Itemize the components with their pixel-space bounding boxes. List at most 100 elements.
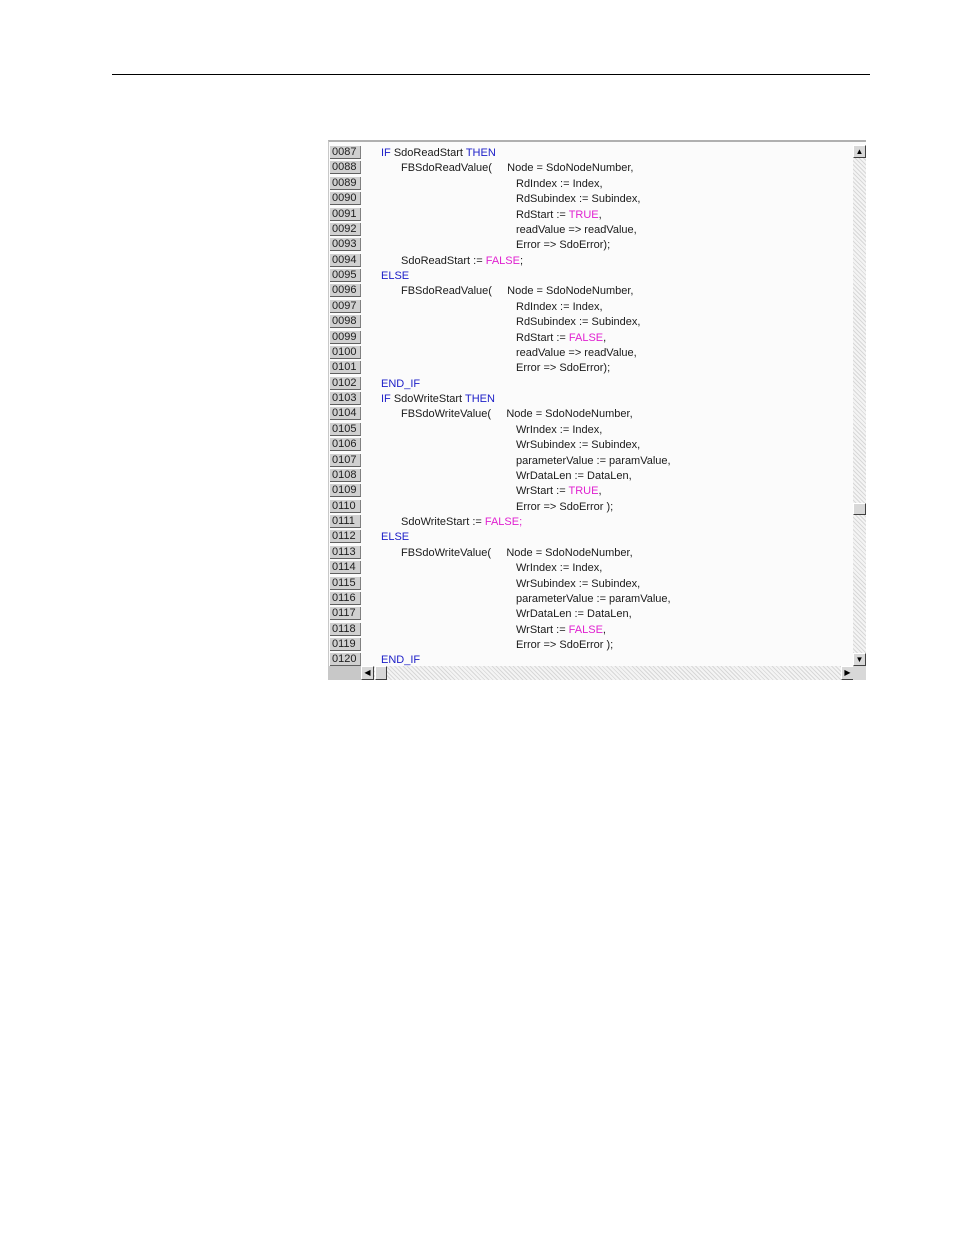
up-arrow-icon: ▲ [855,147,864,156]
line-number: 0112 [330,530,361,544]
code-line[interactable]: 0091 RdStart := TRUE, [329,207,853,222]
code-token: WrIndex := Index, [516,562,603,575]
code-text[interactable]: RdStart := FALSE, [516,331,606,345]
keyword-token: ELSE [381,531,410,544]
code-line[interactable]: 0118 WrStart := FALSE, [329,622,853,637]
code-text[interactable]: END_IF [381,377,420,391]
code-line[interactable]: 0092 readValue => readValue, [329,222,853,237]
code-text[interactable]: RdSubindex := Subindex, [516,192,640,206]
code-line[interactable]: 0090 RdSubindex := Subindex, [329,191,853,206]
line-number: 0091 [330,207,361,221]
code-text[interactable]: parameterValue := paramValue, [516,592,671,606]
code-text[interactable]: RdStart := TRUE, [516,208,602,222]
code-text[interactable]: WrSubindex := Subindex, [516,577,640,591]
code-text[interactable]: SdoWriteStart := FALSE; [401,515,522,529]
literal-token: FALSE [568,623,603,636]
code-line[interactable]: 0093 Error => SdoError); [329,237,853,252]
code-line[interactable]: 0102 END_IF [329,376,853,391]
code-text[interactable]: IF SdoWriteStart THEN [381,392,495,406]
code-line[interactable]: 0113 FBSdoWriteValue( Node = SdoNodeNumbe… [329,545,853,560]
code-line[interactable]: 0111 SdoWriteStart := FALSE; [329,514,853,529]
code-line[interactable]: 0096 FBSdoReadValue( Node = SdoNodeNumber… [329,283,853,298]
code-line[interactable]: 0119 Error => SdoError ); [329,637,853,652]
code-token: Error => SdoError); [516,362,611,375]
code-line[interactable]: 0098 RdSubindex := Subindex, [329,314,853,329]
code-line[interactable]: 0105 WrIndex := Index, [329,422,853,437]
line-number: 0097 [330,299,361,313]
code-text[interactable]: WrIndex := Index, [516,561,602,575]
code-text[interactable]: FBSdoReadValue( Node = SdoNodeNumber, [401,161,633,175]
scroll-up-button[interactable]: ▲ [853,145,866,158]
code-text[interactable]: readValue => readValue, [516,223,637,237]
code-text[interactable]: readValue => readValue, [516,346,637,360]
line-number: 0109 [330,484,361,498]
code-line[interactable]: 0112 ELSE [329,529,853,544]
code-text[interactable]: WrIndex := Index, [516,423,602,437]
code-token: FBSdoReadValue( Node = SdoNodeNumber, [401,162,634,175]
code-line[interactable]: 0095 ELSE [329,268,853,283]
code-text[interactable]: Error => SdoError ); [516,638,613,652]
code-token: FBSdoWriteValue( Node = SdoNodeNumber, [401,408,633,421]
code-line[interactable]: 0109 WrStart := TRUE, [329,483,853,498]
code-line[interactable]: 0099 RdStart := FALSE, [329,330,853,345]
code-line[interactable]: 0110 Error => SdoError ); [329,499,853,514]
code-token: readValue => readValue, [516,346,637,359]
horizontal-scroll-thumb[interactable] [375,666,387,680]
line-number: 0092 [330,222,361,236]
code-text[interactable]: Error => SdoError); [516,361,610,375]
code-text[interactable]: FBSdoReadValue( Node = SdoNodeNumber, [401,284,633,298]
code-text[interactable]: FBSdoWriteValue( Node = SdoNodeNumber, [401,546,633,560]
code-line[interactable]: 0104 FBSdoWriteValue( Node = SdoNodeNumbe… [329,406,853,421]
code-line[interactable]: 0117 WrDataLen := DataLen, [329,606,853,621]
code-text[interactable]: ELSE [381,530,409,544]
code-line[interactable]: 0108 WrDataLen := DataLen, [329,468,853,483]
code-text[interactable]: SdoReadStart := FALSE; [401,254,523,268]
code-line[interactable]: 0097 RdIndex := Index, [329,299,853,314]
vertical-scrollbar[interactable]: ▲ ▼ [853,145,866,666]
code-token: RdIndex := Index, [516,177,603,190]
code-text[interactable]: FBSdoWriteValue( Node = SdoNodeNumber, [401,407,633,421]
code-line[interactable]: 0094 SdoReadStart := FALSE; [329,253,853,268]
code-text[interactable]: Error => SdoError); [516,238,610,252]
literal-token: FALSE [568,331,604,344]
code-area[interactable]: 0087 IF SdoReadStart THEN 0088 FBSdoReadVal… [329,145,853,668]
vertical-scroll-thumb[interactable] [853,503,866,515]
code-text[interactable]: Error => SdoError ); [516,500,613,514]
code-line[interactable]: 0089 RdIndex := Index, [329,176,853,191]
code-text[interactable]: RdIndex := Index, [516,177,603,191]
code-text[interactable]: parameterValue := paramValue, [516,454,671,468]
line-number: 0115 [330,576,361,590]
code-text[interactable]: ELSE [381,269,409,283]
code-text[interactable]: WrDataLen := DataLen, [516,607,632,621]
code-text[interactable]: IF SdoReadStart THEN [381,146,496,160]
code-line[interactable]: 0114 WrIndex := Index, [329,560,853,575]
code-token: Error => SdoError ); [516,500,614,513]
code-text[interactable]: WrDataLen := DataLen, [516,469,632,483]
keyword-token: IF [381,147,394,159]
line-number: 0088 [330,161,361,175]
code-text[interactable]: WrStart := FALSE, [516,623,606,637]
code-line[interactable]: 0115 WrSubindex := Subindex, [329,576,853,591]
code-text[interactable]: RdSubindex := Subindex, [516,315,640,329]
code-text[interactable]: WrStart := TRUE, [516,484,602,498]
code-token: , [598,208,602,221]
scroll-down-button[interactable]: ▼ [853,653,866,666]
code-token: , [598,485,602,498]
code-editor[interactable]: 0087 IF SdoReadStart THEN 0088 FBSdoReadVal… [328,140,866,680]
line-number: 0105 [330,422,361,436]
line-number: 0119 [330,638,361,651]
left-arrow-icon: ◀ [364,668,371,677]
horizontal-scrollbar[interactable]: ◀ ▶ [361,666,854,680]
code-line[interactable]: 0100 readValue => readValue, [329,345,853,360]
code-line[interactable]: 0087 IF SdoReadStart THEN [329,145,853,160]
code-line[interactable]: 0106 WrSubindex := Subindex, [329,437,853,452]
code-line[interactable]: 0116 parameterValue := paramValue, [329,591,853,606]
code-line[interactable]: 0103 IF SdoWriteStart THEN [329,391,853,406]
code-text[interactable]: WrSubindex := Subindex, [516,438,640,452]
line-number: 0117 [330,607,361,621]
code-text[interactable]: RdIndex := Index, [516,300,603,314]
code-line[interactable]: 0088 FBSdoReadValue( Node = SdoNodeNumber… [329,160,853,175]
code-line[interactable]: 0101 Error => SdoError); [329,360,853,375]
code-line[interactable]: 0107 parameterValue := paramValue, [329,453,853,468]
scroll-left-button[interactable]: ◀ [361,666,374,680]
